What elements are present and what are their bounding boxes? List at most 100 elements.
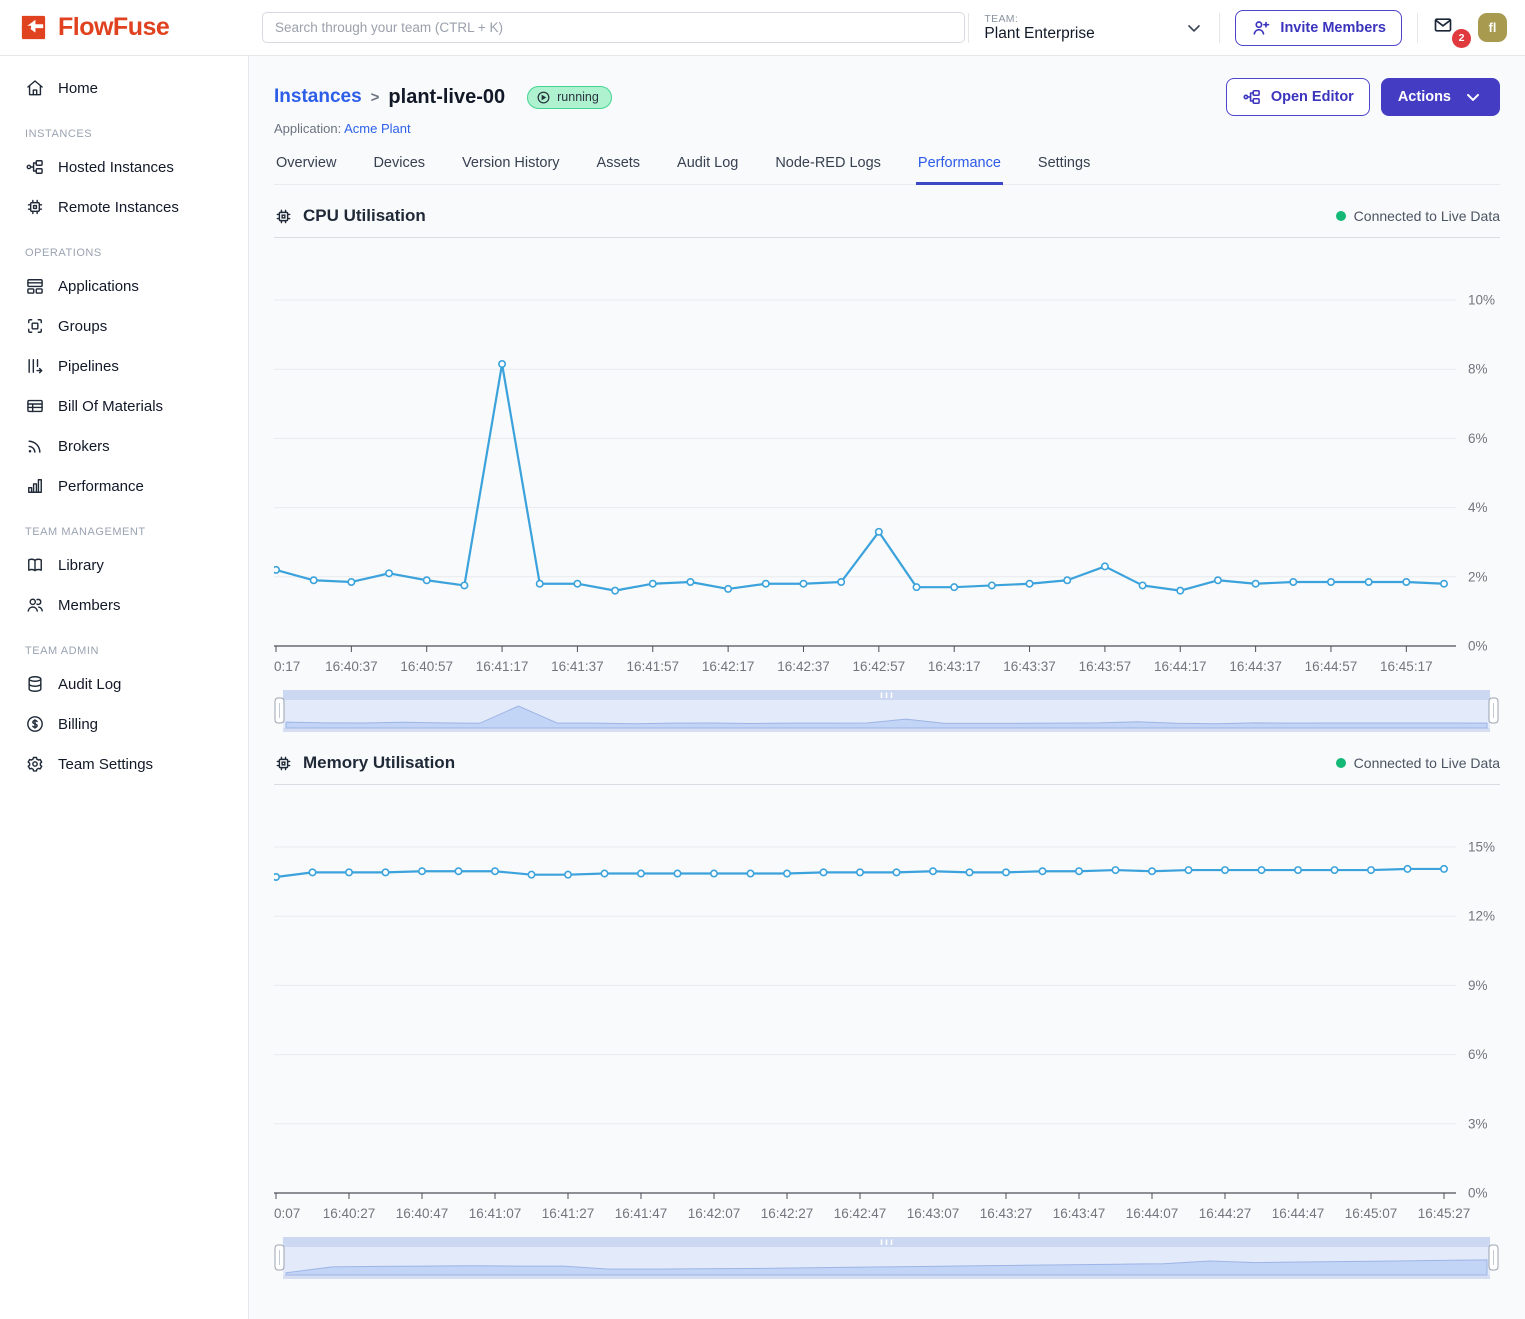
application-link[interactable]: Acme Plant [344,121,410,136]
application-label: Application: [274,121,341,136]
svg-text:16:42:27: 16:42:27 [761,1206,814,1221]
billing-icon [25,714,45,734]
applications-icon [25,276,45,296]
sidebar-item-brokers[interactable]: Brokers [0,426,248,466]
svg-text:16:44:07: 16:44:07 [1126,1206,1179,1221]
svg-text:0%: 0% [1468,1186,1488,1201]
sidebar-item-pipelines[interactable]: Pipelines [0,346,248,386]
live-data-status: Connected to Live Data [1336,208,1500,224]
svg-text:0:07: 0:07 [274,1206,300,1221]
user-avatar[interactable]: fl [1478,13,1507,42]
svg-text:0:17: 0:17 [274,659,300,674]
sidebar-item-label: Hosted Instances [58,159,174,176]
svg-text:16:42:37: 16:42:37 [777,659,830,674]
sidebar-item-library[interactable]: Library [0,545,248,585]
svg-text:6%: 6% [1468,431,1488,446]
sidebar-item-performance[interactable]: Performance [0,466,248,506]
tab-performance[interactable]: Performance [916,151,1003,185]
sidebar-item-remote-instances[interactable]: Remote Instances [0,187,248,227]
flowfuse-logo-icon [18,12,49,43]
svg-text:0%: 0% [1468,639,1488,654]
flowfuse-logo[interactable]: FlowFuse [18,12,250,43]
memory-chart-zoom-slider[interactable] [274,1237,1500,1279]
tab-devices[interactable]: Devices [371,151,427,184]
memory-utilisation-chart[interactable]: 0%3%6%9%12%15%0:0716:40:2716:40:4716:41:… [274,785,1499,1233]
notifications-button[interactable]: 2 [1433,15,1463,41]
cpu-chart-zoom-slider[interactable] [274,690,1500,732]
tab-node-red-logs[interactable]: Node-RED Logs [773,151,883,184]
sidebar-section-operations: OPERATIONS [0,227,248,266]
svg-text:16:43:17: 16:43:17 [928,659,981,674]
cpu-chip-icon [274,754,293,773]
brand-name: FlowFuse [58,13,169,42]
svg-text:16:43:47: 16:43:47 [1053,1206,1106,1221]
pipelines-icon [25,356,45,376]
sidebar-item-label: Pipelines [58,358,119,375]
team-selector[interactable]: TEAM: Plant Enterprise [984,13,1204,43]
svg-text:16:43:27: 16:43:27 [980,1206,1033,1221]
actions-button[interactable]: Actions [1381,78,1500,116]
svg-text:16:41:57: 16:41:57 [626,659,679,674]
open-editor-button[interactable]: Open Editor [1226,78,1370,116]
tab-version-history[interactable]: Version History [460,151,562,184]
sidebar-item-team-settings[interactable]: Team Settings [0,744,248,784]
sidebar-item-home[interactable]: Home [0,68,248,108]
top-header: FlowFuse TEAM: Plant Enterprise Invite M… [0,0,1525,56]
svg-text:16:43:37: 16:43:37 [1003,659,1056,674]
svg-text:6%: 6% [1468,1047,1488,1062]
svg-text:3%: 3% [1468,1116,1488,1131]
svg-text:16:40:37: 16:40:37 [325,659,378,674]
breadcrumb-instances-link[interactable]: Instances [274,86,362,108]
search-input[interactable] [262,12,965,43]
sidebar-item-applications[interactable]: Applications [0,266,248,306]
svg-text:16:45:07: 16:45:07 [1345,1206,1398,1221]
sidebar-item-label: Applications [58,278,139,295]
home-icon [25,78,45,98]
sidebar-section-team-management: TEAM MANAGEMENT [0,506,248,545]
svg-text:16:45:17: 16:45:17 [1380,659,1433,674]
audit-log-icon [25,674,45,694]
sidebar-item-label: Team Settings [58,756,153,773]
svg-text:16:42:07: 16:42:07 [688,1206,741,1221]
status-badge: running [527,86,612,109]
team-label: TEAM: [984,13,1094,25]
sidebar-item-hosted-instances[interactable]: Hosted Instances [0,147,248,187]
tab-audit-log[interactable]: Audit Log [675,151,740,184]
section-title: CPU Utilisation [303,206,426,226]
application-line: Application: Acme Plant [274,121,1500,136]
sidebar-item-audit-log[interactable]: Audit Log [0,664,248,704]
sidebar-item-label: Performance [58,478,144,495]
play-circle-icon [536,90,551,105]
invite-members-label: Invite Members [1280,20,1386,36]
memory-utilisation-section: Memory Utilisation Connected to Live Dat… [274,753,1500,1279]
svg-text:15%: 15% [1468,840,1495,855]
tab-assets[interactable]: Assets [595,151,643,184]
tab-overview[interactable]: Overview [274,151,338,184]
sidebar-item-bill-of-materials[interactable]: Bill Of Materials [0,386,248,426]
cpu-utilisation-chart[interactable]: 0%2%4%6%8%10%0:1716:40:3716:40:5716:41:1… [274,238,1499,686]
chevron-down-icon [1463,87,1483,107]
invite-members-button[interactable]: Invite Members [1235,10,1402,46]
svg-text:9%: 9% [1468,978,1488,993]
tab-settings[interactable]: Settings [1036,151,1092,184]
brokers-icon [25,436,45,456]
team-name: Plant Enterprise [984,25,1094,43]
sidebar-item-members[interactable]: Members [0,585,248,625]
svg-text:16:43:57: 16:43:57 [1079,659,1132,674]
live-dot-icon [1336,758,1346,768]
svg-text:16:42:47: 16:42:47 [834,1206,887,1221]
sidebar-item-billing[interactable]: Billing [0,704,248,744]
header-divider [1417,13,1418,43]
node-red-flow-icon [1242,87,1262,107]
user-plus-icon [1251,18,1271,38]
sidebar-item-groups[interactable]: Groups [0,306,248,346]
svg-text:16:41:37: 16:41:37 [551,659,604,674]
svg-text:16:44:47: 16:44:47 [1272,1206,1325,1221]
svg-text:8%: 8% [1468,362,1488,377]
notification-badge: 2 [1452,29,1471,48]
sidebar-item-label: Members [58,597,121,614]
svg-text:16:43:07: 16:43:07 [907,1206,960,1221]
sidebar-item-label: Billing [58,716,98,733]
sidebar-item-label: Remote Instances [58,199,179,216]
svg-text:16:44:37: 16:44:37 [1229,659,1282,674]
